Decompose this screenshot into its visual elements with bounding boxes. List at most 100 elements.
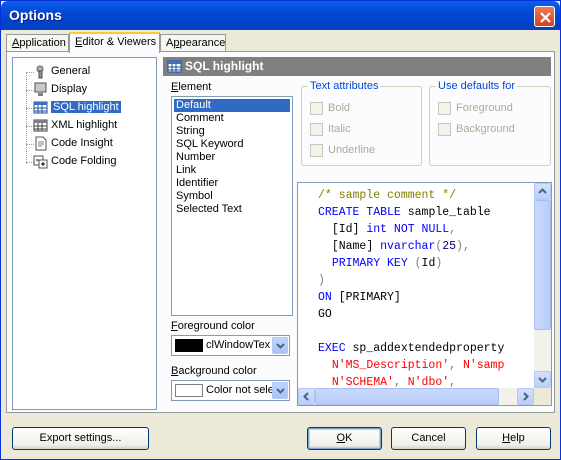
- code-token: CREATE TABLE: [318, 206, 401, 219]
- code-line-0: /* sample comment */: [318, 189, 457, 202]
- code-token: ): [435, 257, 443, 270]
- foreground-color-select[interactable]: clWindowTex: [171, 335, 290, 356]
- checkbox-box: [310, 123, 323, 136]
- cancel-button[interactable]: Cancel: [391, 427, 466, 450]
- code-token: sample_table: [407, 206, 491, 219]
- bold-checkbox[interactable]: Bold: [310, 102, 350, 115]
- code-token: int NOT NULL: [366, 223, 450, 236]
- horizontal-scrollbar[interactable]: [298, 388, 534, 405]
- ok-button[interactable]: OK: [307, 427, 382, 450]
- tree-item-label: General: [51, 65, 91, 77]
- tree-item-general[interactable]: General: [33, 63, 90, 80]
- code-token: [PRIMARY]: [338, 291, 401, 304]
- export-settings-button[interactable]: Export settings...: [12, 427, 149, 450]
- tab-label: pearance: [179, 37, 226, 49]
- tree-item-display[interactable]: Display: [33, 81, 87, 98]
- title-bar[interactable]: Options: [1, 1, 560, 30]
- button-label-rest: K: [345, 432, 353, 444]
- checkbox-label: Background: [456, 123, 515, 135]
- grid-icon: [167, 60, 182, 73]
- tab-panel: General Display SQL highlight XML highli…: [6, 51, 555, 413]
- close-button[interactable]: [534, 6, 555, 27]
- foreground-default-checkbox[interactable]: Foreground: [438, 102, 513, 115]
- dropdown-button[interactable]: [272, 382, 288, 399]
- chevron-down-icon: [276, 388, 285, 394]
- code-line-10: N'MS_Description', N'samp: [318, 359, 505, 372]
- code-token: N'MS_Description': [331, 359, 450, 372]
- button-accel: H: [502, 432, 511, 444]
- list-item[interactable]: Default: [174, 99, 290, 112]
- background-color-label: Background color: [171, 365, 257, 377]
- tree-item-xml-highlight[interactable]: XML highlight: [33, 117, 117, 134]
- close-icon: [540, 12, 551, 23]
- horizontal-scroll-thumb[interactable]: [315, 388, 499, 405]
- vertical-scroll-thumb[interactable]: [534, 200, 551, 330]
- dropdown-button[interactable]: [272, 337, 288, 354]
- select-value: clWindowTex: [206, 339, 271, 351]
- list-item[interactable]: Symbol: [174, 190, 290, 203]
- tree-item-label: Code Insight: [51, 137, 113, 149]
- color-swatch: [175, 339, 203, 352]
- checkbox-box: [310, 144, 323, 157]
- tab-appearance[interactable]: Appearance: [160, 34, 226, 52]
- section-title: SQL highlight: [185, 59, 264, 73]
- code-text: /* sample comment */ CREATE TABLE sample…: [318, 187, 504, 391]
- window-title: Options: [9, 7, 62, 23]
- scroll-up-button[interactable]: [534, 183, 551, 200]
- checkbox-box: [438, 123, 451, 136]
- code-token: EXEC: [318, 342, 346, 355]
- tab-application[interactable]: Application: [6, 34, 69, 52]
- tree-item-label: XML highlight: [51, 119, 118, 131]
- italic-checkbox[interactable]: Italic: [310, 123, 351, 136]
- list-item[interactable]: Selected Text: [174, 203, 290, 216]
- checkbox-label: Italic: [328, 123, 351, 135]
- tree-item-code-insight[interactable]: Code Insight: [33, 135, 113, 152]
- list-item[interactable]: SQL Keyword: [174, 138, 290, 151]
- xml-icon: [33, 119, 48, 132]
- label-accel: F: [171, 320, 178, 332]
- list-item[interactable]: Number: [174, 151, 290, 164]
- code-line-6: ON [PRIMARY]: [318, 291, 401, 304]
- code-token: ,: [449, 223, 457, 236]
- monitor-icon: [34, 82, 47, 96]
- tab-editor-viewers[interactable]: Editor & Viewers: [69, 32, 160, 53]
- code-token: nvarchar: [380, 240, 436, 253]
- list-item[interactable]: Comment: [174, 112, 290, 125]
- code-preview[interactable]: /* sample comment */ CREATE TABLE sample…: [297, 182, 552, 406]
- fold-icon: [33, 155, 48, 169]
- checkbox-label: Foreground: [456, 102, 513, 114]
- checkbox-label: Underline: [328, 144, 376, 156]
- code-token: (: [414, 257, 422, 270]
- button-label-rest: elp: [510, 432, 525, 444]
- code-line-2: [Id] int NOT NULL,: [318, 223, 456, 236]
- options-tree[interactable]: General Display SQL highlight XML highli…: [12, 57, 157, 410]
- code-line-7: GO: [318, 308, 332, 321]
- use-defaults-group: Use defaults for Foreground Background: [429, 80, 551, 166]
- vertical-scrollbar[interactable]: [534, 183, 551, 388]
- text-attributes-legend: Text attributes: [310, 80, 379, 92]
- list-item[interactable]: Link: [174, 164, 290, 177]
- code-token: ,: [449, 359, 457, 372]
- label-rest: oreground color: [177, 320, 255, 332]
- code-token: PRIMARY KEY: [331, 257, 408, 270]
- background-default-checkbox[interactable]: Background: [438, 123, 515, 136]
- code-token: Id: [421, 257, 436, 270]
- scroll-right-button[interactable]: [517, 388, 534, 405]
- code-token: sp_addextendedproperty: [352, 342, 505, 355]
- list-item[interactable]: String: [174, 125, 290, 138]
- element-list[interactable]: Default Comment String SQL Keyword Numbe…: [171, 96, 293, 316]
- scroll-down-button[interactable]: [534, 371, 551, 388]
- code-line-5: ): [318, 274, 325, 287]
- help-button[interactable]: Help: [476, 427, 551, 450]
- tree-item-sql-highlight[interactable]: SQL highlight: [33, 99, 121, 116]
- grid-icon: [33, 101, 48, 114]
- underline-checkbox[interactable]: Underline: [310, 144, 375, 157]
- scroll-left-button[interactable]: [298, 388, 315, 405]
- background-color-select[interactable]: Color not sele: [171, 380, 290, 401]
- list-item[interactable]: Identifier: [174, 177, 290, 190]
- tree-item-label: Display: [51, 83, 88, 95]
- tree-item-code-folding[interactable]: Code Folding: [33, 153, 116, 170]
- code-token: ON: [318, 291, 332, 304]
- button-accel: O: [336, 432, 346, 444]
- checkbox-box: [310, 102, 323, 115]
